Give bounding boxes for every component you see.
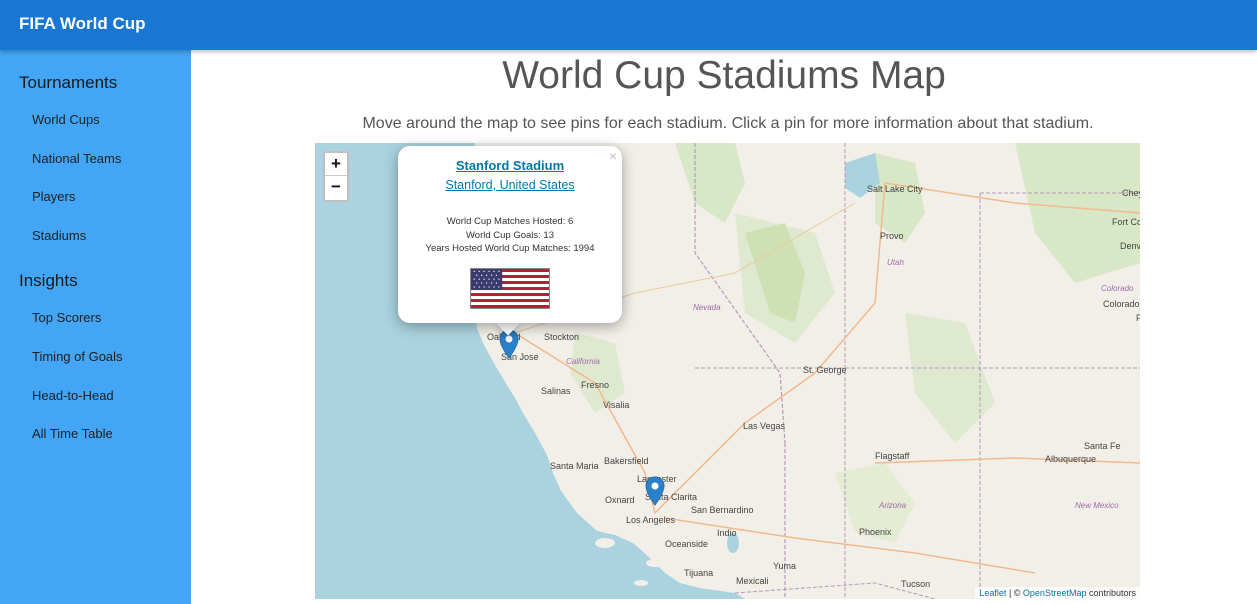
- map-label-oxnard: Oxnard: [605, 495, 635, 505]
- app-bar: FIFA World Cup: [0, 0, 1257, 50]
- map-label-new-mexico: New Mexico: [1075, 501, 1119, 510]
- sidebar-item-all-time-table[interactable]: All Time Table: [32, 426, 113, 441]
- map-label-utah: Utah: [887, 258, 904, 267]
- map-label-indio: Indio: [717, 528, 737, 538]
- popup-years-hosted: Years Hosted World Cup Matches: 1994: [425, 243, 595, 254]
- map-attribution: Leaflet | © OpenStreetMap contributors: [975, 587, 1140, 599]
- page-subtitle: Move around the map to see pins for each…: [362, 115, 1094, 132]
- map-label-st-george: St. George: [803, 365, 847, 375]
- sidebar-item-world-cups[interactable]: World Cups: [32, 112, 100, 127]
- map-label-nevada: Nevada: [693, 303, 721, 312]
- zoom-control: + −: [323, 151, 349, 202]
- united-states-flag-icon: [470, 268, 550, 309]
- map-label-visalia: Visalia: [603, 400, 630, 410]
- popup-goals: World Cup Goals: 13: [465, 230, 554, 241]
- map-label-cheyenne: Chey: [1122, 188, 1140, 198]
- leaflet-link[interactable]: Leaflet: [979, 588, 1006, 598]
- map-label-arizona: Arizona: [879, 501, 907, 510]
- sidebar-section-tournaments: Tournaments: [19, 73, 118, 92]
- sidebar-item-players[interactable]: Players: [32, 189, 75, 204]
- popup-matches-hosted: World Cup Matches Hosted: 6: [446, 216, 574, 227]
- map-label-bakersfield: Bakersfield: [604, 456, 649, 466]
- map-label-colorado-state: Colorado: [1101, 284, 1134, 293]
- sidebar-item-head-to-head[interactable]: Head-to-Head: [32, 388, 114, 403]
- sidebar-item-timing-of-goals[interactable]: Timing of Goals: [32, 349, 123, 364]
- map-label-colorado-city: Colorado: [1103, 299, 1140, 309]
- sidebar: Tournaments World Cups National Teams Pl…: [0, 50, 191, 604]
- map-label-oceanside: Oceanside: [665, 539, 709, 549]
- attribution-suffix: contributors: [1086, 588, 1136, 598]
- sidebar-section-insights: Insights: [19, 271, 78, 290]
- attribution-separator: | ©: [1006, 588, 1023, 598]
- map-label-flagstaff: Flagstaff: [875, 451, 910, 461]
- stadium-popup: × Stanford Stadium Stanford, United Stat…: [398, 146, 622, 323]
- map-label-albuquerque: Albuquerque: [1045, 454, 1097, 464]
- map-label-provo: Provo: [880, 231, 904, 241]
- map-label-tijuana: Tijuana: [684, 568, 714, 578]
- map-label-salt-lake-city: Salt Lake City: [867, 184, 923, 194]
- map-label-yuma: Yuma: [773, 561, 797, 571]
- map-label-denver: Denv: [1120, 241, 1140, 251]
- map-label-fort-collins: Fort Col: [1112, 217, 1140, 227]
- app-title[interactable]: FIFA World Cup: [19, 14, 146, 34]
- sidebar-item-top-scorers[interactable]: Top Scorers: [32, 310, 101, 325]
- map-label-stockton: Stockton: [544, 332, 580, 342]
- stadium-pin-rose-bowl[interactable]: [645, 476, 665, 506]
- map-label-california: California: [566, 357, 600, 366]
- sidebar-item-stadiums[interactable]: Stadiums: [32, 228, 86, 243]
- map-label-p: P: [1136, 313, 1140, 323]
- map-label-mexicali: Mexicali: [736, 576, 769, 586]
- zoom-in-button[interactable]: +: [325, 153, 347, 176]
- zoom-out-button[interactable]: −: [325, 176, 347, 199]
- openstreetmap-link[interactable]: OpenStreetMap: [1023, 588, 1087, 598]
- map-label-salinas: Salinas: [541, 386, 571, 396]
- page-title: World Cup Stadiums Map: [502, 54, 946, 97]
- map-label-phoenix: Phoenix: [859, 527, 892, 537]
- map-label-santa-maria: Santa Maria: [550, 461, 599, 471]
- map-label-santa-fe: Santa Fe: [1084, 441, 1121, 451]
- popup-location-link[interactable]: Stanford, United States: [398, 178, 622, 192]
- sidebar-item-national-teams[interactable]: National Teams: [32, 151, 121, 166]
- popup-stadium-name-link[interactable]: Stanford Stadium: [398, 158, 622, 173]
- map-label-san-bernardino: San Bernardino: [691, 505, 754, 515]
- map-label-tucson: Tucson: [901, 579, 931, 589]
- map-label-los-angeles: Los Angeles: [626, 515, 676, 525]
- map-label-fresno: Fresno: [581, 380, 610, 390]
- map-label-las-vegas: Las Vegas: [743, 421, 786, 431]
